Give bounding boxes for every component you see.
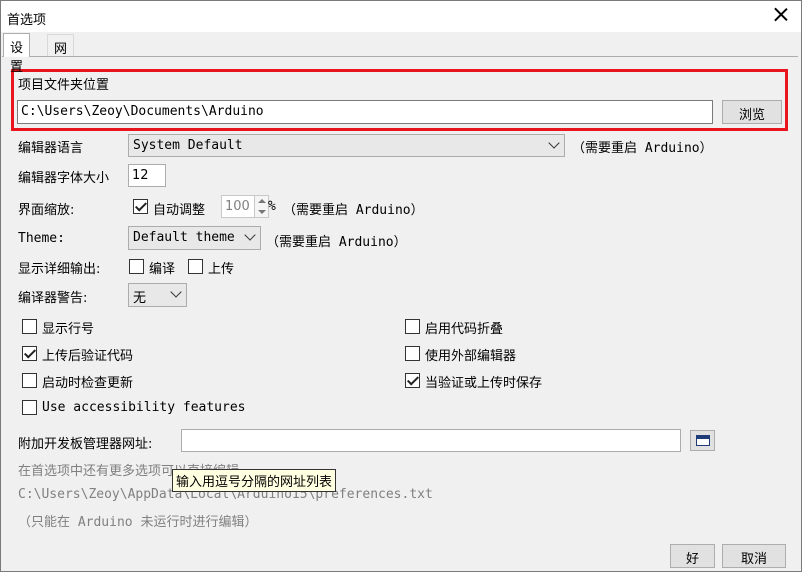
editor-language-select[interactable]: System Default: [128, 134, 565, 157]
verbose-compile-label: 编译: [149, 262, 176, 277]
browse-button[interactable]: 浏览: [722, 100, 782, 124]
external-editor-checkbox[interactable]: [405, 346, 420, 361]
tab-network[interactable]: 网络: [47, 34, 75, 76]
spin-down-icon[interactable]: [258, 210, 266, 214]
scale-unit: %: [268, 199, 276, 214]
chevron-down-icon: [170, 286, 182, 298]
title-bar: 首选项: [0, 0, 802, 32]
close-icon[interactable]: [771, 5, 791, 25]
spin-up-icon[interactable]: [258, 199, 266, 203]
check-updates-label: 启动时检查更新: [42, 376, 134, 391]
chevron-down-icon: [244, 229, 256, 241]
verbose-upload-checkbox[interactable]: [188, 259, 203, 274]
editor-language-note: （需要重启 Arduino）: [572, 141, 713, 156]
show-line-numbers-checkbox[interactable]: [22, 319, 37, 334]
font-size-label: 编辑器字体大小: [18, 171, 110, 186]
chevron-down-icon: [548, 137, 560, 149]
compiler-warnings-select[interactable]: 无: [128, 283, 187, 307]
compiler-warnings-label: 编译器警告:: [18, 291, 88, 306]
compiler-warnings-value: 无: [133, 291, 147, 306]
auto-scale-label: 自动调整: [153, 203, 206, 218]
code-folding-label: 启用代码折叠: [425, 322, 504, 337]
verbose-compile-checkbox[interactable]: [129, 259, 144, 274]
external-editor-label: 使用外部编辑器: [425, 349, 517, 364]
font-size-input[interactable]: 12: [128, 164, 166, 187]
show-line-numbers-label: 显示行号: [42, 322, 95, 337]
accessibility-checkbox[interactable]: [22, 400, 37, 415]
sketchbook-label: 项目文件夹位置: [18, 78, 110, 93]
editor-language-value: System Default: [133, 138, 243, 153]
interface-scale-label: 界面缩放:: [18, 203, 75, 218]
window-title: 首选项: [7, 13, 47, 28]
theme-value: Default theme: [133, 230, 235, 245]
auto-scale-checkbox[interactable]: [133, 199, 148, 214]
cancel-button[interactable]: 取消: [722, 544, 786, 568]
tab-settings[interactable]: 设置: [3, 33, 31, 75]
verify-after-upload-label: 上传后验证代码: [42, 349, 134, 364]
spinner-buttons[interactable]: [254, 196, 268, 217]
theme-label: Theme:: [18, 231, 65, 246]
sketchbook-path-input[interactable]: C:\Users\Zeoy\Documents\Arduino: [17, 100, 713, 124]
theme-note: （需要重启 Arduino）: [266, 235, 407, 250]
edit-note: （只能在 Arduino 未运行时进行编辑）: [18, 515, 258, 530]
sketchbook-path-value: C:\Users\Zeoy\Documents\Arduino: [21, 104, 264, 119]
code-folding-checkbox[interactable]: [405, 319, 420, 334]
theme-select[interactable]: Default theme: [128, 226, 261, 250]
scale-spinner[interactable]: 100: [221, 195, 269, 218]
interface-scale-note: （需要重启 Arduino）: [283, 203, 424, 218]
verify-after-upload-checkbox[interactable]: [22, 346, 37, 361]
scale-value: 100: [225, 199, 250, 214]
verbose-upload-label: 上传: [208, 262, 235, 277]
tooltip: 输入用逗号分隔的网址列表: [172, 469, 337, 492]
ok-button[interactable]: 好: [670, 544, 715, 568]
verbose-output-label: 显示详细输出:: [18, 262, 101, 277]
editor-language-label: 编辑器语言: [18, 141, 84, 156]
url-editor-button[interactable]: [690, 430, 715, 451]
font-size-value: 12: [132, 168, 149, 183]
save-on-verify-checkbox[interactable]: [405, 373, 420, 388]
window-icon: [696, 435, 710, 446]
check-updates-checkbox[interactable]: [22, 373, 37, 388]
board-manager-label: 附加开发板管理器网址:: [18, 437, 153, 452]
board-manager-url-input[interactable]: [181, 429, 681, 452]
save-on-verify-label: 当验证或上传时保存: [425, 376, 543, 391]
accessibility-label: Use accessibility features: [42, 400, 246, 415]
